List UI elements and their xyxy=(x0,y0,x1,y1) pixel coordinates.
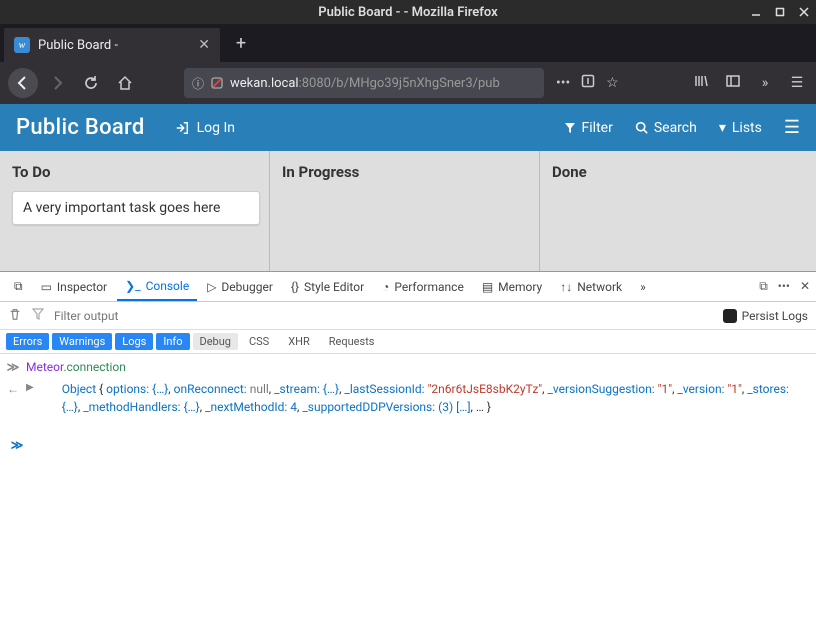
output-arrow-icon: ← xyxy=(6,380,20,398)
filter-icon xyxy=(564,122,576,134)
board-menu-icon[interactable]: ☰ xyxy=(784,117,800,138)
window-titlebar: Public Board - - Mozilla Firefox xyxy=(0,0,816,24)
board-lists: To Do A very important task goes here In… xyxy=(0,151,816,271)
search-button[interactable]: Search xyxy=(635,120,697,136)
card-item[interactable]: A very important task goes here xyxy=(12,191,260,225)
tab-strip: w Public Board - ✕ + xyxy=(0,24,816,62)
reader-mode-icon[interactable] xyxy=(580,73,596,93)
login-label: Log In xyxy=(197,120,235,136)
pill-debug[interactable]: Debug xyxy=(193,333,238,350)
overflow-icon[interactable]: » xyxy=(754,75,776,91)
pill-css[interactable]: CSS xyxy=(241,333,277,350)
devtools-dock-icon[interactable]: ⧉ xyxy=(759,279,768,294)
tab-network[interactable]: ↑↓Network xyxy=(552,273,630,301)
tab-inspector[interactable]: ▭Inspector xyxy=(33,273,116,301)
checkbox-icon xyxy=(723,309,737,323)
list-todo: To Do A very important task goes here xyxy=(0,151,270,271)
pill-logs[interactable]: Logs xyxy=(115,333,153,350)
forward-button[interactable] xyxy=(42,68,72,98)
devtools-more-icon[interactable]: ••• xyxy=(778,279,790,294)
tab-overflow[interactable]: » xyxy=(632,273,654,301)
console-input-echo: ≫ Meteor.connection xyxy=(6,358,810,376)
lists-dropdown[interactable]: ▾ Lists xyxy=(719,120,762,136)
sidebar-icon[interactable] xyxy=(722,73,744,93)
clear-console-button[interactable] xyxy=(8,307,22,324)
lists-label: Lists xyxy=(732,120,762,136)
search-icon xyxy=(635,121,648,134)
devtools: ⧉ ▭Inspector ❯_Console ▷Debugger {}Style… xyxy=(0,271,816,625)
wekan-favicon: w xyxy=(14,37,30,53)
site-info-icon[interactable]: ⓘ xyxy=(192,75,204,92)
list-inprogress: In Progress xyxy=(270,151,540,271)
disclosure-triangle-icon[interactable]: ▶ xyxy=(26,380,34,395)
pill-warnings[interactable]: Warnings xyxy=(52,333,112,350)
tab-label: Public Board - xyxy=(38,38,118,53)
pill-info[interactable]: Info xyxy=(156,333,189,350)
window-title: Public Board - - Mozilla Firefox xyxy=(318,5,497,20)
list-title: To Do xyxy=(12,163,257,181)
tab-console[interactable]: ❯_Console xyxy=(117,273,197,301)
back-button[interactable] xyxy=(8,68,38,98)
devtools-close-icon[interactable]: ✕ xyxy=(800,279,810,294)
console-output: ≫ Meteor.connection ← ▶ Object { options… xyxy=(0,354,816,625)
pill-requests[interactable]: Requests xyxy=(321,333,383,350)
persist-logs-toggle[interactable]: Persist Logs xyxy=(723,309,808,323)
browser-tab[interactable]: w Public Board - ✕ xyxy=(4,28,220,62)
window-maximize-button[interactable] xyxy=(774,6,786,18)
window-close-button[interactable] xyxy=(798,6,810,18)
tab-memory[interactable]: ▤Memory xyxy=(474,273,550,301)
card-text: A very important task goes here xyxy=(23,200,220,216)
filter-label: Filter xyxy=(582,120,613,136)
wekan-app: Public Board Log In Filter Search ▾ List… xyxy=(0,104,816,271)
caret-down-icon: ▾ xyxy=(719,120,726,136)
bookmark-star-icon[interactable]: ☆ xyxy=(606,75,619,91)
list-title: In Progress xyxy=(282,163,527,181)
filter-funnel-icon xyxy=(32,308,44,323)
tab-performance[interactable]: ◔Performance xyxy=(374,273,472,301)
login-button[interactable]: Log In xyxy=(175,120,235,136)
console-filter-bar: Persist Logs xyxy=(0,302,816,330)
tab-style-editor[interactable]: {}Style Editor xyxy=(283,273,372,301)
app-header: Public Board Log In Filter Search ▾ List… xyxy=(0,104,816,151)
permissions-icon[interactable] xyxy=(210,76,224,90)
new-tab-button[interactable]: + xyxy=(226,28,256,58)
tab-debugger[interactable]: ▷Debugger xyxy=(199,273,281,301)
console-output-line[interactable]: ← ▶ Object { options: {…}, onReconnect: … xyxy=(6,380,810,416)
list-title: Done xyxy=(552,163,798,181)
pill-xhr[interactable]: XHR xyxy=(280,333,318,350)
home-button[interactable] xyxy=(110,68,140,98)
console-prompt[interactable]: ≫ xyxy=(6,430,810,454)
reload-button[interactable] xyxy=(76,68,106,98)
prompt-icon: ≫ xyxy=(6,358,20,376)
prompt-icon: ≫ xyxy=(10,436,24,454)
console-filter-input[interactable] xyxy=(54,309,713,323)
devtools-iframe-picker[interactable]: ⧉ xyxy=(6,273,31,301)
console-filter-pills: Errors Warnings Logs Info Debug CSS XHR … xyxy=(0,330,816,354)
url-bar[interactable]: ⓘ wekan.local:8080/b/MHgo39j5nXhgSner3/p… xyxy=(184,68,544,98)
search-label: Search xyxy=(654,120,697,136)
pill-errors[interactable]: Errors xyxy=(6,333,49,350)
library-icon[interactable] xyxy=(690,73,712,93)
persist-label: Persist Logs xyxy=(742,309,808,323)
page-actions-icon[interactable]: ••• xyxy=(556,75,570,91)
app-menu-icon[interactable]: ☰ xyxy=(786,75,808,91)
tab-close-button[interactable]: ✕ xyxy=(198,37,210,53)
list-done: Done xyxy=(540,151,810,271)
window-minimize-button[interactable] xyxy=(750,6,762,18)
filter-button[interactable]: Filter xyxy=(564,120,613,136)
board-title: Public Board xyxy=(16,115,145,140)
nav-bar: ⓘ wekan.local:8080/b/MHgo39j5nXhgSner3/p… xyxy=(0,62,816,104)
url-text: wekan.local:8080/b/MHgo39j5nXhgSner3/pub xyxy=(230,76,536,91)
devtools-tabs: ⧉ ▭Inspector ❯_Console ▷Debugger {}Style… xyxy=(0,272,816,302)
